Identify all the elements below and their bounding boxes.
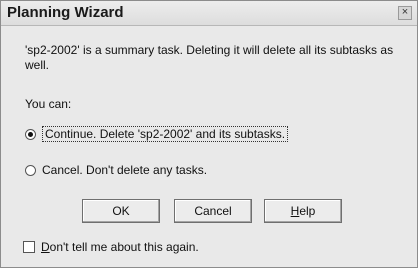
you-can-label: You can: (25, 97, 72, 111)
summary-task-message: 'sp2-2002' is a summary task. Deleting i… (25, 43, 394, 72)
dont-tell-again-option[interactable]: Don't tell me about this again. (23, 240, 199, 254)
help-button[interactable]: Help (264, 199, 342, 223)
dialog-title: Planning Wizard (7, 4, 124, 21)
ok-button[interactable]: OK (82, 199, 160, 223)
planning-wizard-dialog: Planning Wizard × 'sp2-2002' is a summar… (0, 0, 418, 268)
cancel-option[interactable]: Cancel. Don't delete any tasks. (25, 163, 207, 177)
cancel-radio[interactable] (25, 164, 36, 176)
continue-radio[interactable] (25, 128, 36, 140)
cancel-button[interactable]: Cancel (174, 199, 252, 223)
dont-tell-label-rest: on't tell me about this again. (49, 240, 199, 254)
help-label-rest: elp (299, 204, 316, 218)
close-icon[interactable]: × (398, 6, 412, 20)
cancel-option-label: Cancel. Don't delete any tasks. (42, 163, 208, 177)
title-bar[interactable]: Planning Wizard × (1, 1, 417, 26)
continue-option[interactable]: Continue. Delete 'sp2-2002' and its subt… (25, 126, 289, 142)
dont-tell-again-checkbox[interactable] (23, 241, 35, 253)
dont-tell-mnemonic: D (41, 240, 50, 254)
continue-option-label: Continue. Delete 'sp2-2002' and its subt… (42, 126, 289, 142)
